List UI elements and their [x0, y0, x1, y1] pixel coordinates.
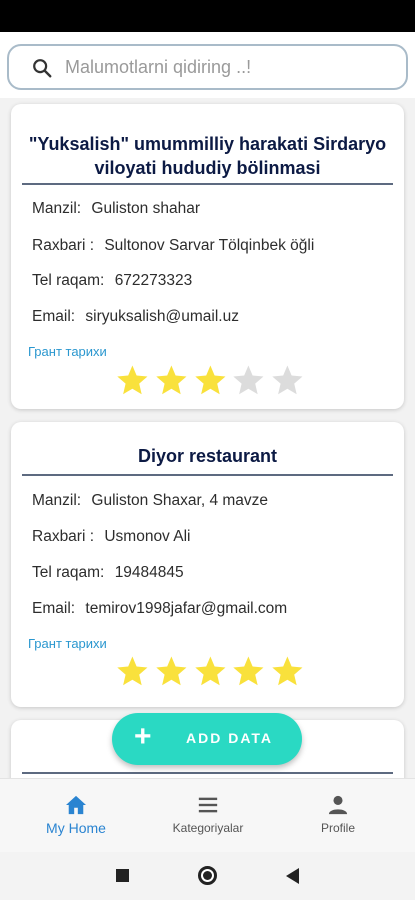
- leader-label: Raxbari :: [32, 237, 95, 254]
- address-row: Manzil: Guliston shahar: [32, 200, 200, 218]
- address-label: Manzil:: [32, 492, 82, 509]
- star-filled-icon: [233, 656, 264, 686]
- nav-label-home: My Home: [46, 820, 106, 836]
- nav-item-profile[interactable]: Profile: [278, 779, 398, 853]
- leader-label: Raxbari :: [32, 528, 95, 545]
- star-filled-icon: [156, 656, 187, 686]
- phone-row: Tel raqam: 19484845: [32, 564, 184, 582]
- email-value: temirov1998jafar@gmail.com: [85, 600, 288, 617]
- plus-icon: +: [134, 720, 152, 753]
- rating-stars: [115, 654, 305, 688]
- email-row: Email: siryuksalish@umail.uz: [32, 308, 239, 326]
- email-label: Email:: [32, 308, 76, 325]
- nav-item-home[interactable]: My Home: [16, 779, 136, 853]
- home-button-icon[interactable]: [198, 866, 217, 885]
- star-empty-icon: [272, 365, 303, 395]
- card-divider: [22, 474, 393, 476]
- star-filled-icon: [117, 365, 148, 395]
- phone-value: 19484845: [114, 564, 184, 581]
- email-value: siryuksalish@umail.uz: [85, 308, 239, 325]
- nav-label-categories: Kategoriyalar: [172, 821, 244, 835]
- recent-apps-icon[interactable]: [116, 869, 129, 882]
- leader-row: Raxbari : Sultonov Sarvar Tölqinbek öğli: [32, 237, 314, 255]
- person-icon: [328, 795, 348, 815]
- nav-item-categories[interactable]: Kategoriyalar: [148, 779, 268, 853]
- nav-label-profile: Profile: [320, 821, 355, 835]
- system-navigation-bar: [0, 852, 415, 900]
- card-divider: [22, 183, 393, 185]
- phone-label: Tel raqam:: [32, 272, 105, 289]
- leader-value: Usmonov Ali: [104, 528, 191, 545]
- star-filled-icon: [117, 656, 148, 686]
- phone-row: Tel raqam: 672273323: [32, 272, 192, 290]
- back-icon[interactable]: [286, 868, 299, 884]
- star-filled-icon: [194, 656, 226, 686]
- search-input[interactable]: [65, 52, 385, 82]
- home-icon: [66, 795, 86, 815]
- search-icon: [33, 59, 52, 78]
- leader-row: Raxbari : Usmonov Ali: [32, 528, 191, 546]
- star-empty-icon: [233, 365, 264, 395]
- organization-card[interactable]: "Yuksalish" umummilliy harakati Sirdaryo…: [11, 104, 404, 409]
- phone-label: Tel raqam:: [32, 564, 105, 581]
- star-filled-icon: [156, 365, 187, 395]
- card-title: Diyor restaurant: [137, 446, 278, 466]
- address-value: Guliston Shaxar, 4 mavze: [91, 492, 269, 509]
- card-divider: [22, 772, 393, 774]
- bottom-navigation: My Home Kategoriyalar Profile: [0, 778, 415, 852]
- address-row: Manzil: Guliston Shaxar, 4 mavze: [32, 492, 268, 510]
- card-list[interactable]: "Yuksalish" umummilliy harakati Sirdaryo…: [0, 98, 415, 778]
- add-data-label: ADD DATA: [186, 730, 274, 746]
- list-icon: [198, 797, 218, 813]
- grant-history-link[interactable]: Грант тарихи: [28, 344, 107, 359]
- add-data-button[interactable]: + ADD DATA: [112, 713, 302, 765]
- search-bar: [0, 32, 415, 98]
- grant-history-link[interactable]: Грант тарихи: [28, 636, 107, 651]
- rating-stars: [115, 363, 305, 397]
- search-box[interactable]: [7, 44, 408, 90]
- email-row: Email: temirov1998jafar@gmail.com: [32, 600, 287, 618]
- star-filled-icon: [194, 365, 226, 395]
- leader-value: Sultonov Sarvar Tölqinbek öğli: [104, 237, 315, 254]
- status-bar: [0, 0, 415, 32]
- address-value: Guliston shahar: [91, 200, 200, 217]
- star-filled-icon: [272, 656, 303, 686]
- address-label: Manzil:: [32, 200, 82, 217]
- organization-card[interactable]: Diyor restaurant Manzil: Guliston Shaxar…: [11, 422, 404, 707]
- email-label: Email:: [32, 600, 76, 617]
- phone-value: 672273323: [114, 272, 193, 289]
- card-title: "Yuksalish" umummilliy harakati Sirdaryo…: [28, 134, 387, 178]
